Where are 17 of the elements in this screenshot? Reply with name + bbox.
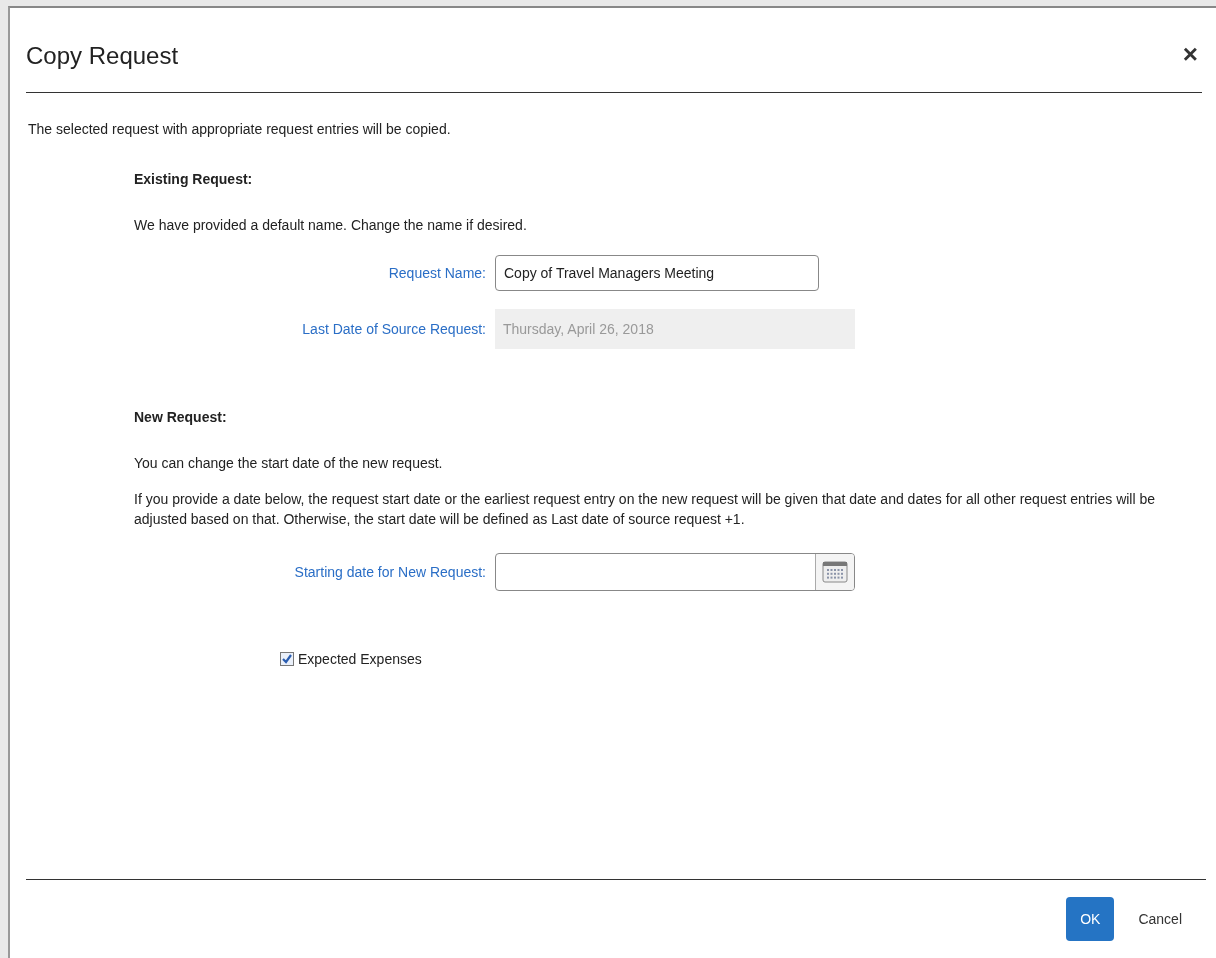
field-label: Last Date of Source Request: <box>301 321 486 337</box>
input-field[interactable]: Copy of Travel Managers Meeting <box>495 255 819 291</box>
section-heading: New Request: <box>134 409 228 425</box>
section-heading: Existing Request: <box>134 171 254 187</box>
field-label: Starting date for New Request: <box>293 564 486 580</box>
intro-text: The selected request with appropriate request entries will be copied. <box>28 121 452 137</box>
note-text: We have provided a default name. Change the name if desired. <box>134 217 528 233</box>
checkbox[interactable] <box>280 652 294 666</box>
dialog-title: Copy Request <box>26 41 179 70</box>
date-field[interactable] <box>495 553 855 591</box>
field-label: Request Name: <box>387 265 486 281</box>
ok-button[interactable]: OK <box>1066 897 1115 941</box>
note-text: You can change the start date of the new request. <box>134 455 444 471</box>
explanation-text: If you provide a date below, the request start date or the earliest request entry on the new request will be given that date and dates for all other request entries will be adjusted based on that. Otherwise, the start date will be defined as Last date of source request +1. <box>134 490 1157 529</box>
close-button[interactable]: × <box>1178 38 1202 70</box>
checkbox-label: Expected Expenses <box>298 651 422 667</box>
calendar-icon[interactable] <box>822 561 848 583</box>
